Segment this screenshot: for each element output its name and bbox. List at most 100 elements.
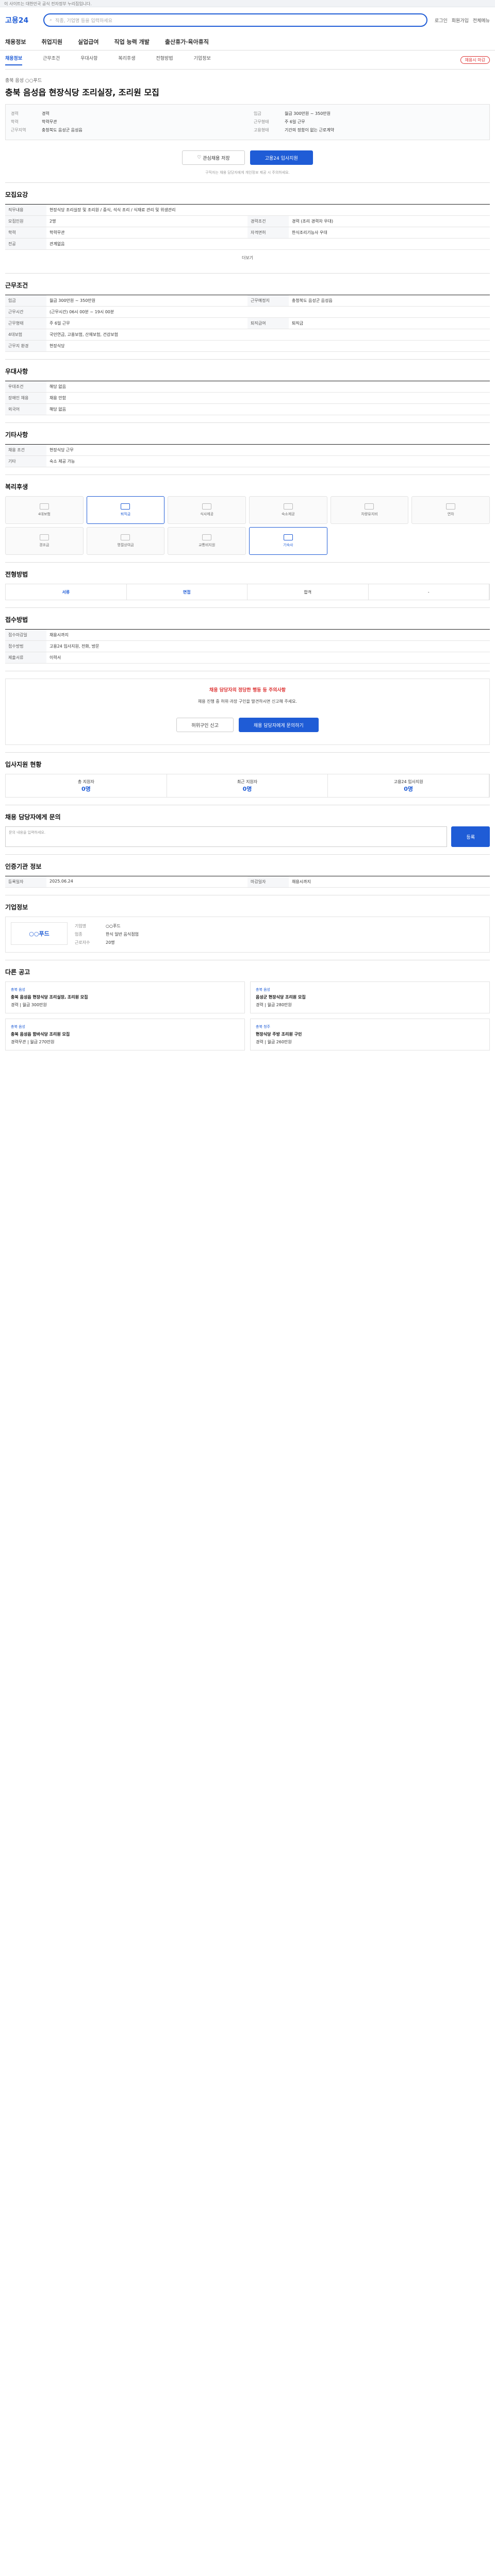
company-value: 20명: [106, 940, 115, 945]
table-row: 외국어 해당 없음: [5, 404, 490, 415]
stat-item: 고용24 입사지원 0명: [328, 774, 489, 797]
menu-link[interactable]: 전체메뉴: [473, 17, 490, 24]
preferences-section: 우대사항 우대조건 해당 없음 장애인 채용 채용 안함 외국어 해당 없음: [5, 359, 490, 422]
row-key: 근무시간: [5, 307, 46, 317]
row-value: (근무시간) 06시 00분 ~ 19시 00분: [50, 310, 114, 314]
welfare-section: 복리후생 4대보험 퇴직금 식사제공 숙소제공 차량유지비 연차 경조금 명절상…: [5, 474, 490, 562]
similar-list: 충북 음성 충북 음성읍 현장식당 조리실장, 조리원 모집 경력 | 월급 300…: [5, 981, 490, 1050]
more-button[interactable]: 더보기: [5, 255, 490, 261]
tab-recruit[interactable]: 채용정보: [5, 55, 23, 65]
nav-item[interactable]: 취업지원: [41, 38, 62, 46]
info-section: 인증기관 정보 등록일자 2025.06.24 마감일자 채용시까지: [5, 854, 490, 895]
table-row: 장애인 채용 채용 안함: [5, 393, 490, 404]
notice-alert: 채용 담당자의 정당한 행동 등 주의사항: [209, 688, 286, 693]
row-key: 마감일자: [248, 876, 289, 887]
process-step: 서류: [6, 584, 127, 600]
section-title: 모집요강: [5, 191, 28, 198]
row-key: 장애인 채용: [5, 393, 46, 403]
row-value: 경력 (조리 경력자 우대): [292, 219, 334, 224]
table-row: 근무지 환경 현장식당: [5, 341, 490, 352]
tab-welfare[interactable]: 복리후생: [118, 55, 135, 65]
table-row: 4대보험 국민연금, 고용보험, 산재보험, 건강보험: [5, 329, 490, 341]
company-section: 기업정보 ○○푸드 기업명 ○○푸드 업종 한식 일반 음식점업 근로자수 20명: [5, 895, 490, 960]
header: 고용24 ⌕ 직종, 기업명 등을 입력하세요 로그인 회원가입 전체메뉴: [0, 7, 495, 33]
notice-text: 채용 진행 중 허위·과장 구인을 발견하시면 신고해 주세요.: [197, 699, 298, 704]
inquiry-submit-button[interactable]: 등록: [451, 826, 490, 847]
tab-preferences[interactable]: 우대사항: [80, 55, 97, 65]
row-value: 숙소 제공 가능: [50, 459, 75, 464]
stat-value: 0명: [81, 785, 91, 792]
welfare-card: 기숙사: [249, 527, 327, 555]
table-row: 근무형태 주 6일 근무 퇴직급여 퇴직금: [5, 318, 490, 329]
process-step: 면접: [127, 584, 248, 600]
summary-value: 기간의 정함이 없는 근로계약: [285, 128, 334, 132]
tab-company[interactable]: 기업정보: [194, 55, 211, 65]
row-key: 직무내용: [5, 205, 46, 215]
summary-box: 경력 경력 학력 학력무관 근무지역 충청북도 음성군 음성읍 임금 월급 300만원 …: [5, 104, 490, 140]
welfare-icon: [121, 503, 130, 510]
search-input[interactable]: ⌕ 직종, 기업명 등을 입력하세요: [43, 13, 427, 27]
row-value: 학력무관: [50, 230, 65, 235]
summary-value: 주 6일 근무: [285, 120, 305, 124]
welfare-label: 연차: [447, 512, 454, 516]
gov-banner-text: 이 사이트는 대한민국 공식 전자정부 누리집입니다.: [4, 2, 92, 6]
main-nav: 채용정보 취업지원 실업급여 직업 능력 개발 출산휴가·육아휴직: [0, 33, 495, 50]
table-row: 직무내용 현장식당 조리실장 및 조리원 / 중식, 석식 조리 / 식재료 관리…: [5, 205, 490, 216]
signup-link[interactable]: 회원가입: [452, 17, 469, 24]
row-value: 현장식당 조리실장 및 조리원 / 중식, 석식 조리 / 식재료 관리 및 위…: [50, 208, 176, 212]
job-card-company: 충북 음성: [11, 1025, 25, 1029]
status-badge: 채용시 마감: [460, 56, 490, 64]
nav-item[interactable]: 실업급여: [78, 38, 98, 46]
row-key: 모집인원: [5, 216, 46, 227]
conditions-table: 임금 월급 300만원 ~ 350만원 근무예정지 충청북도 음성군 음성읍 근무시간…: [5, 295, 490, 352]
nav-item[interactable]: 채용정보: [5, 38, 26, 46]
job-card-cond: 경력 | 월급 300만원: [11, 1003, 47, 1007]
table-row: 전공 관계없음: [5, 239, 490, 250]
action-row: ♡ 관심채용 저장 고용24 입사지원: [5, 150, 490, 165]
summary-right: 임금 월급 300만원 ~ 350만원 근무형태 주 6일 근무 고용형태 기간의 정…: [254, 110, 484, 134]
company-box: ○○푸드 기업명 ○○푸드 업종 한식 일반 음식점업 근로자수 20명: [5, 917, 490, 953]
welfare-icon: [202, 534, 212, 540]
recruit-table: 직무내용 현장식당 조리실장 및 조리원 / 중식, 석식 조리 / 식재료 관리…: [5, 204, 490, 250]
row-value: 채용시까지: [50, 633, 69, 637]
apply-button[interactable]: 고용24 입사지원: [250, 150, 313, 165]
job-card-title: 음성군 현장식당 조리원 모집: [256, 995, 306, 999]
company-name: 충북 음성 ○○푸드: [5, 78, 42, 83]
process-section: 전형방법 서류 면접 합격 -: [5, 562, 490, 607]
table-row: 근무시간 (근무시간) 06시 00분 ~ 19시 00분: [5, 307, 490, 318]
save-button[interactable]: ♡ 관심채용 저장: [182, 150, 245, 165]
table-row: 접수마감일 채용시까지: [5, 630, 490, 641]
row-value: 관계없음: [50, 242, 65, 246]
company-value: 한식 일반 음식점업: [106, 932, 139, 937]
login-link[interactable]: 로그인: [435, 17, 448, 24]
job-card-title: 현장식당 주방 조리원 구인: [256, 1032, 302, 1037]
job-card[interactable]: 충북 음성 충북 음성읍 현장식당 조리실장, 조리원 모집 경력 | 월급 300…: [5, 981, 245, 1013]
tab-process[interactable]: 전형방법: [156, 55, 173, 65]
welfare-icon: [365, 503, 374, 510]
summary-key: 학력: [11, 120, 19, 124]
table-row: 접수방법 고용24 입사지원, 전화, 방문: [5, 641, 490, 652]
tab-conditions[interactable]: 근무조건: [43, 55, 60, 65]
job-card-company: 충북 청주: [256, 1025, 270, 1029]
job-card[interactable]: 충북 음성 충북 음성읍 함바식당 조리원 모집 경력무관 | 월급 270만원: [5, 1019, 245, 1050]
section-title: 접수방법: [5, 616, 28, 623]
job-card[interactable]: 충북 음성 음성군 현장식당 조리원 모집 경력 | 월급 280만원: [250, 981, 490, 1013]
logo[interactable]: 고용24: [5, 15, 36, 25]
page-footer: [0, 1058, 495, 1068]
stat-item: 총 지원자 0명: [6, 774, 167, 797]
welfare-icon: [39, 503, 49, 510]
inquiry-button[interactable]: 채용 담당자에게 문의하기: [238, 718, 319, 732]
nav-item[interactable]: 출산휴가·육아휴직: [165, 38, 209, 46]
row-value: 현장식당 근무: [50, 448, 74, 452]
similar-section: 다른 공고 충북 음성 충북 음성읍 현장식당 조리실장, 조리원 모집 경력 | …: [5, 960, 490, 1058]
row-value: 월급 300만원 ~ 350만원: [50, 298, 96, 303]
job-card[interactable]: 충북 청주 현장식당 주방 조리원 구인 경력 | 월급 260만원: [250, 1019, 490, 1050]
inquiry-input[interactable]: 문의 내용을 입력하세요.: [5, 826, 448, 847]
row-key: 제출서류: [5, 652, 46, 663]
save-label: 관심채용 저장: [203, 156, 230, 161]
report-button[interactable]: 허위구인 신고: [176, 718, 234, 732]
nav-item[interactable]: 직업 능력 개발: [114, 38, 149, 46]
search-icon: ⌕: [50, 18, 53, 23]
company-key: 업종: [75, 932, 82, 937]
welfare-icon: [446, 503, 456, 510]
